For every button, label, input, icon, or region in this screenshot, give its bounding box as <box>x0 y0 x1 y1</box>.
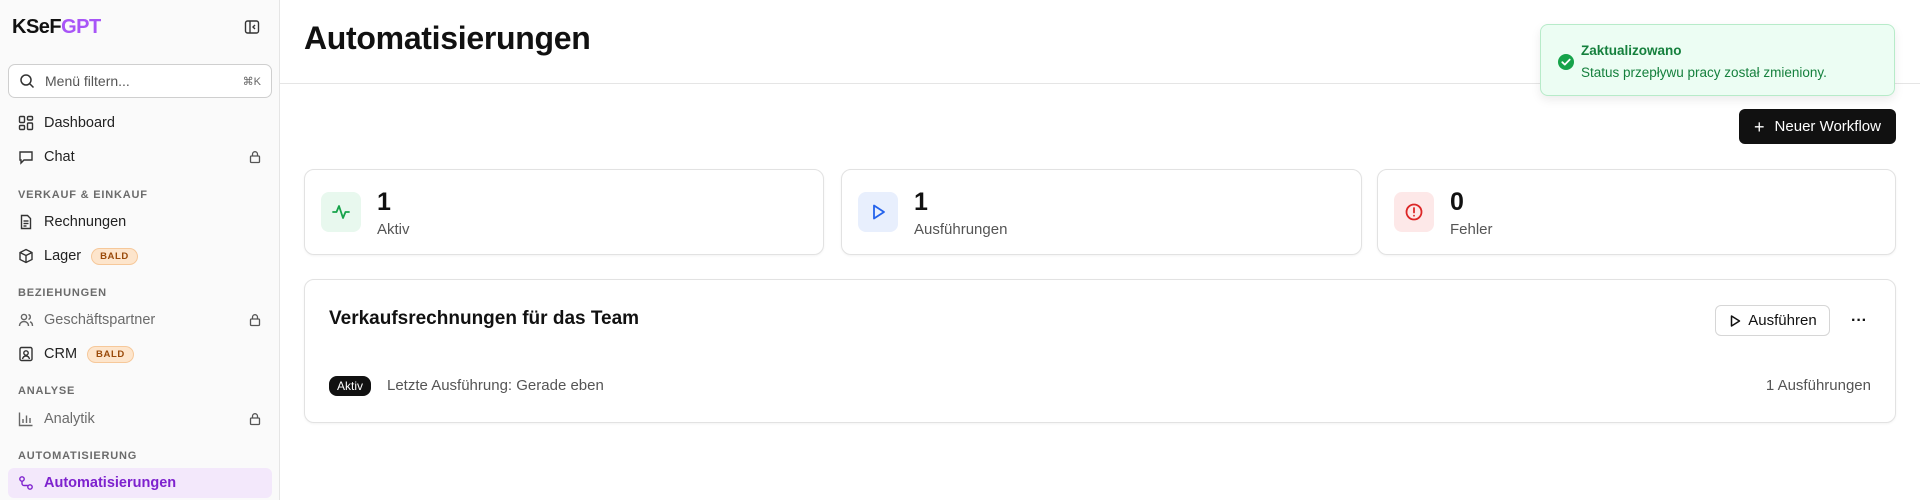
workflow-icon <box>19 476 33 490</box>
sidebar-item-label: Chat <box>44 149 75 165</box>
bar-chart-icon <box>18 412 33 427</box>
section-title-analysis: ANALYSE <box>18 385 76 397</box>
sidebar-item-geschaeftspartner[interactable]: Geschäftspartner <box>8 305 272 335</box>
package-icon <box>19 248 33 264</box>
page-title: Automatisierungen <box>304 20 591 56</box>
run-workflow-button[interactable]: Ausführen <box>1715 305 1830 336</box>
stat-icon-box <box>858 192 898 232</box>
stat-card-active: 1 Aktiv <box>304 169 824 255</box>
brand-logo[interactable]: KSeFGPT <box>12 16 101 39</box>
sidebar-item-crm[interactable]: CRM BALD <box>8 339 272 369</box>
workflow-title: Verkaufsrechnungen für das Team <box>329 308 640 329</box>
users-icon <box>18 313 34 327</box>
toast-description: Status przepływu pracy został zmieniony. <box>1581 65 1827 80</box>
menu-filter-search[interactable]: ⌘K <box>8 64 272 98</box>
sidebar: KSeFGPT ⌘K Dashboard Chat VERKAUF & EINK… <box>0 0 280 500</box>
search-icon <box>20 74 35 89</box>
sidebar-item-label: Rechnungen <box>44 214 127 230</box>
brand-part-1: KSeF <box>12 16 62 38</box>
menu-filter-input[interactable] <box>45 73 243 89</box>
sidebar-collapse-button[interactable] <box>242 17 262 37</box>
sidebar-item-lager[interactable]: Lager BALD <box>8 241 272 271</box>
sidebar-item-automatisierungen[interactable]: Automatisierungen <box>8 468 272 498</box>
last-run-text: Letzte Ausführung: Gerade eben <box>387 377 604 394</box>
run-count-text: 1 Ausführungen <box>1765 377 1871 394</box>
toast-notification[interactable]: Zaktualizowano Status przepływu pracy zo… <box>1540 24 1895 96</box>
run-workflow-label: Ausführen <box>1748 312 1817 329</box>
stat-card-errors: 0 Fehler <box>1377 169 1896 255</box>
sidebar-item-label: CRM <box>44 346 78 362</box>
sidebar-toggle-icon <box>244 20 260 34</box>
chat-icon <box>19 151 33 165</box>
brand-part-2: GPT <box>61 16 101 38</box>
dashboard-icon <box>18 115 34 131</box>
sidebar-item-label: Analytik <box>44 411 95 427</box>
stat-card-executions: 1 Ausführungen <box>841 169 1362 255</box>
sidebar-item-dashboard[interactable]: Dashboard <box>8 108 272 138</box>
sidebar-item-chat[interactable]: Chat <box>8 142 272 172</box>
sidebar-item-label: Geschäftspartner <box>44 312 156 328</box>
more-options-button[interactable]: ··· <box>1845 307 1873 335</box>
lock-icon <box>249 314 261 327</box>
check-circle-icon <box>1558 54 1574 70</box>
stat-value: 0 <box>1450 188 1464 216</box>
workflow-card[interactable]: Verkaufsrechnungen für das Team Ausführe… <box>304 279 1896 423</box>
play-icon <box>873 204 885 220</box>
more-icon: ··· <box>1851 312 1867 329</box>
soon-badge: BALD <box>91 247 138 265</box>
alert-circle-icon <box>1405 203 1423 221</box>
stat-value: 1 <box>377 188 391 216</box>
stat-icon-box <box>321 192 361 232</box>
status-badge: Aktiv <box>329 376 372 396</box>
lock-icon <box>249 151 261 164</box>
sidebar-item-label: Dashboard <box>44 115 115 131</box>
play-icon <box>1731 314 1741 327</box>
invoice-icon <box>20 214 32 230</box>
section-title-sales: VERKAUF & EINKAUF <box>18 189 148 201</box>
stat-value: 1 <box>914 188 928 216</box>
stat-label: Ausführungen <box>914 221 1008 238</box>
sidebar-item-label: Automatisierungen <box>44 475 177 491</box>
contact-icon <box>19 346 33 362</box>
stat-icon-box <box>1394 192 1434 232</box>
section-title-relations: BEZIEHUNGEN <box>18 287 107 299</box>
new-workflow-button[interactable]: + Neuer Workflow <box>1739 109 1896 144</box>
plus-icon: + <box>1754 116 1765 137</box>
lock-icon <box>249 413 261 426</box>
sidebar-item-analytik[interactable]: Analytik <box>8 404 272 434</box>
stat-label: Aktiv <box>377 221 410 238</box>
section-title-automation: AUTOMATISIERUNG <box>18 450 138 462</box>
sidebar-item-label: Lager <box>44 248 82 264</box>
new-workflow-label: Neuer Workflow <box>1774 118 1881 135</box>
stat-label: Fehler <box>1450 221 1493 238</box>
soon-badge: BALD <box>87 345 134 363</box>
search-shortcut: ⌘K <box>242 75 261 88</box>
activity-icon <box>332 205 350 219</box>
sidebar-item-rechnungen[interactable]: Rechnungen <box>8 207 272 237</box>
toast-title: Zaktualizowano <box>1581 43 1682 58</box>
